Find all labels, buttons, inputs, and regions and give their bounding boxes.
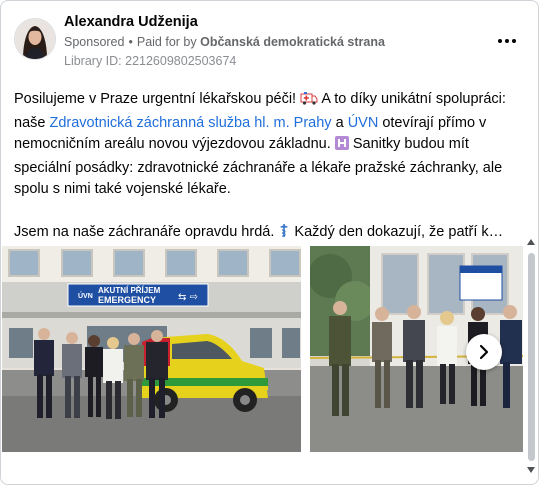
library-id: Library ID: 2212609802503674 (64, 54, 237, 68)
advertiser-name[interactable]: Alexandra Udženija (64, 14, 198, 30)
sign-logo: ÚVN (78, 291, 93, 300)
medical-symbol-emoji (278, 223, 290, 246)
post-text: Posilujeme v Praze urgentní lékařskou pé… (14, 89, 514, 245)
sign-bottom-text: EMERGENCY (98, 295, 156, 305)
carousel-next-button[interactable] (466, 334, 502, 370)
post-image-ambulance[interactable]: ÚVN AKUTNÍ PŘÍJEM EMERGENCY ⇆ ⇨ (2, 246, 301, 452)
post-line1-a: Posilujeme v Praze urgentní lékařskou pé… (14, 91, 297, 107)
chevron-right-icon (479, 344, 489, 360)
paid-for-prefix: Paid for by (136, 35, 197, 49)
post-para2-b: Každý den dokazují, že patří k… (294, 223, 504, 240)
hospital-emoji (334, 136, 349, 158)
scrollbar-thumb[interactable] (528, 253, 535, 461)
ambulance-emoji (300, 91, 318, 113)
post-para2-a: Jsem na naše záchranáře opravdu hrdá. (14, 223, 275, 240)
scrollbar[interactable] (527, 239, 536, 479)
link-zzs-prahy[interactable]: Zdravotnická záchranná služba hl. m. Pra… (49, 115, 331, 131)
link-uvn[interactable]: ÚVN (348, 115, 379, 131)
sponsored-label: Sponsored (64, 35, 125, 49)
link-separator: a (331, 114, 348, 131)
paid-for-party[interactable]: Občanská demokratická strana (200, 35, 385, 49)
separator-dot: • (128, 35, 133, 49)
scroll-up-arrow-icon[interactable] (527, 239, 535, 245)
sign-arrows: ⇆ ⇨ (178, 292, 198, 303)
avatar[interactable] (14, 18, 56, 60)
ad-card: Alexandra Udženija Sponsored • Paid for by… (0, 0, 539, 485)
sign-top-text: AKUTNÍ PŘÍJEM (98, 286, 161, 295)
sponsored-meta: Sponsored • Paid for by Občanská demokrati… (64, 35, 385, 49)
scroll-down-arrow-icon[interactable] (527, 467, 535, 473)
more-options-icon[interactable] (495, 31, 519, 51)
